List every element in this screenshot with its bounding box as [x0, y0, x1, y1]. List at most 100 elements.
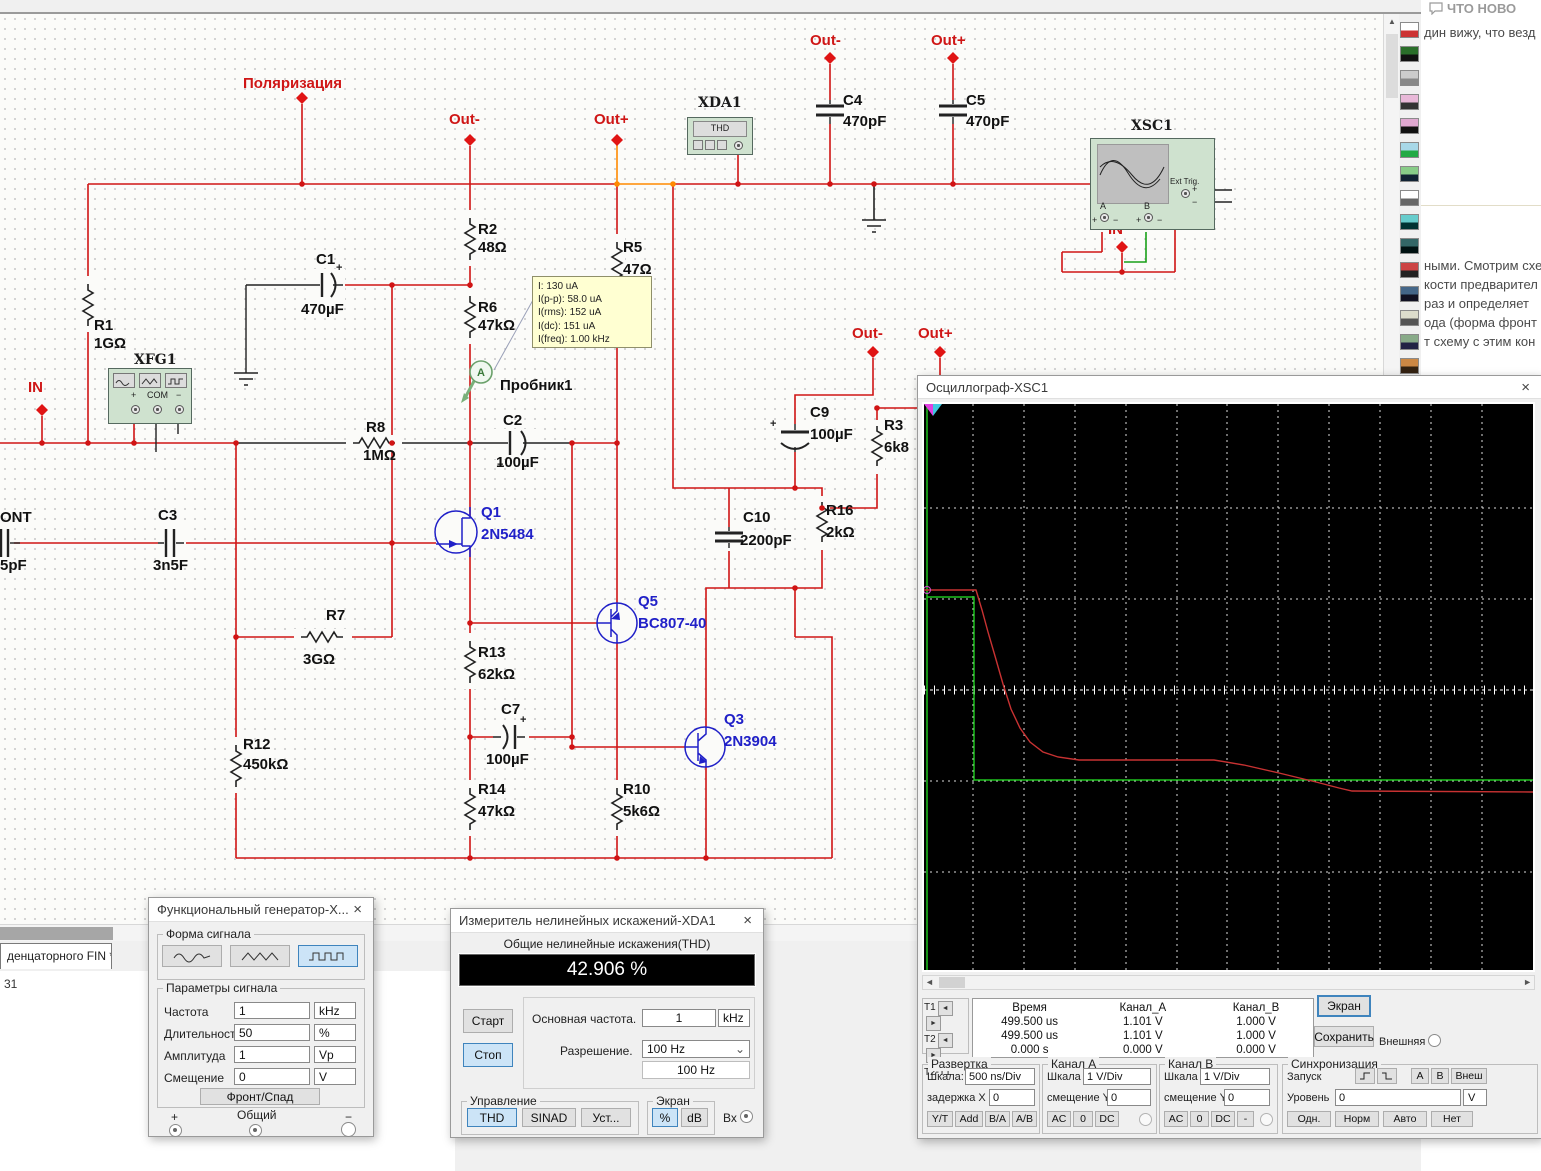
wires-orange[interactable]	[616, 143, 673, 185]
horizontal-scroll-thumb[interactable]	[0, 927, 113, 940]
t2-left-icon[interactable]: ◄	[937, 1033, 953, 1048]
instrument-icon[interactable]	[1400, 190, 1419, 206]
label-q5-ref[interactable]: Q5	[638, 594, 658, 610]
label-q3-ref[interactable]: Q3	[724, 712, 744, 728]
thd-thd-button[interactable]: THD	[467, 1108, 517, 1127]
fg-amplitude-input[interactable]	[234, 1046, 310, 1063]
label-r7-val[interactable]: 3GΩ	[303, 652, 335, 668]
fg-plus-radio[interactable]	[169, 1124, 182, 1137]
fg-close-icon[interactable]: ×	[350, 902, 365, 917]
thd-input-radio[interactable]	[740, 1110, 753, 1123]
cha-offset-input[interactable]	[1107, 1089, 1151, 1106]
thd-title-bar[interactable]: Измеритель нелинейных искажений-XDA1 ×	[451, 909, 763, 933]
fg-frequency-input[interactable]	[234, 1002, 310, 1019]
instrument-icon[interactable]	[1400, 214, 1419, 230]
label-r16-val[interactable]: 2kΩ	[826, 525, 855, 541]
xfg1-minus-terminal[interactable]	[175, 405, 184, 414]
transistor-q5[interactable]	[596, 602, 638, 644]
label-c9-val[interactable]: 100µF	[810, 427, 853, 443]
t1-left-icon[interactable]: ◄	[937, 1001, 953, 1016]
label-c3-ref[interactable]: C3	[158, 508, 177, 524]
label-c7-ref[interactable]: C7	[501, 702, 520, 718]
label-r10-ref[interactable]: R10	[623, 782, 651, 798]
label-cut-ref[interactable]: ONT	[0, 510, 32, 526]
fg-triangle-button[interactable]	[230, 945, 290, 967]
fg-common-radio[interactable]	[249, 1124, 262, 1137]
chb-radio[interactable]	[1260, 1113, 1273, 1126]
timebase-scale-input[interactable]	[965, 1068, 1035, 1085]
thd-percent-button[interactable]: %	[652, 1108, 678, 1127]
scope-close-icon[interactable]: ×	[1518, 380, 1533, 395]
instrument-icon[interactable]	[1400, 118, 1419, 134]
chb-minus-button[interactable]: -	[1237, 1111, 1254, 1127]
instrument-icon[interactable]	[1400, 310, 1419, 326]
label-r3-ref[interactable]: R3	[884, 418, 903, 434]
label-c5-ref[interactable]: C5	[966, 93, 985, 109]
rising-edge-button[interactable]	[1355, 1068, 1375, 1084]
scope-save-button[interactable]: Сохранить	[1314, 1026, 1374, 1047]
timebase-ba-button[interactable]: B/A	[985, 1111, 1010, 1127]
vertical-scroll-thumb[interactable]	[1386, 34, 1398, 98]
xsc1-ext-terminal[interactable]	[1181, 189, 1190, 198]
scope-scroll-left-icon[interactable]: ◄	[925, 977, 934, 987]
instrument-icon[interactable]	[1400, 70, 1419, 86]
cha-scale-input[interactable]	[1083, 1068, 1151, 1085]
label-q5-val[interactable]: BC807-40	[638, 616, 706, 632]
sheet-tab-active[interactable]: денцаторного FIN *	[0, 943, 112, 969]
net-label-out-minus-2[interactable]: Out-	[810, 33, 841, 49]
label-c3-val[interactable]: 3n5F	[153, 558, 188, 574]
label-c4-val[interactable]: 470pF	[843, 114, 886, 130]
timebase-ab-button[interactable]: A/B	[1012, 1111, 1037, 1127]
label-r2-ref[interactable]: R2	[478, 222, 497, 238]
instrument-icon[interactable]	[1400, 46, 1419, 62]
label-r6-ref[interactable]: R6	[478, 300, 497, 316]
label-r12-ref[interactable]: R12	[243, 737, 271, 753]
instrument-icon[interactable]	[1400, 94, 1419, 110]
xfg1-plus-terminal[interactable]	[131, 405, 140, 414]
cha-radio[interactable]	[1139, 1113, 1152, 1126]
thd-sinad-button[interactable]: SINAD	[522, 1108, 576, 1127]
thd-close-icon[interactable]: ×	[740, 913, 755, 928]
scope-scrollbar[interactable]: ◄ ►	[922, 975, 1535, 990]
label-r6-val[interactable]: 47kΩ	[478, 318, 515, 334]
xfg1-com-terminal[interactable]	[153, 405, 162, 414]
fg-offset-input[interactable]	[234, 1068, 310, 1085]
timebase-xdelay-input[interactable]	[989, 1089, 1035, 1106]
scope-screen-button[interactable]: Экран	[1317, 995, 1371, 1017]
scope-cursor-t2-icon[interactable]	[933, 404, 942, 416]
label-r5-ref[interactable]: R5	[623, 240, 642, 256]
label-r1-val[interactable]: 1GΩ	[94, 336, 126, 352]
xda1-instrument-icon[interactable]: THD	[687, 117, 753, 155]
scrollbar-up-icon[interactable]: ▲	[1386, 16, 1398, 28]
label-r14-ref[interactable]: R14	[478, 782, 506, 798]
t1-right-icon[interactable]: ►	[926, 1016, 941, 1031]
timebase-yt-button[interactable]: Y/T	[927, 1111, 953, 1127]
sync-single-button[interactable]: Одн.	[1287, 1111, 1331, 1127]
fg-minus-radio[interactable]	[341, 1122, 356, 1137]
fg-sine-button[interactable]	[162, 945, 222, 967]
net-label-in-left[interactable]: IN	[28, 380, 43, 396]
sync-normal-button[interactable]: Норм	[1335, 1111, 1379, 1127]
scope-ext-radio[interactable]	[1428, 1034, 1441, 1047]
scope-scroll-right-icon[interactable]: ►	[1523, 977, 1532, 987]
scope-scroll-thumb[interactable]	[939, 977, 965, 988]
label-r7-ref[interactable]: R7	[326, 608, 345, 624]
label-c7-val[interactable]: 100µF	[486, 752, 529, 768]
label-q1-val[interactable]: 2N5484	[481, 527, 534, 543]
instrument-icon[interactable]	[1400, 358, 1419, 374]
net-label-polarization[interactable]: Поляризация	[243, 76, 342, 92]
label-r13-ref[interactable]: R13	[478, 645, 506, 661]
net-label-out-minus-1[interactable]: Out-	[449, 112, 480, 128]
label-r2-val[interactable]: 48Ω	[478, 240, 507, 256]
xsc1-b-terminal[interactable]	[1144, 213, 1153, 222]
chb-ac-button[interactable]: AC	[1164, 1111, 1188, 1127]
fg-title-bar[interactable]: Функциональный генератор-X... ×	[149, 898, 373, 922]
thd-resolution-select[interactable]: 100 Hz ⌄	[642, 1040, 750, 1058]
sync-none-button[interactable]: Нет	[1431, 1111, 1473, 1127]
whats-new-header[interactable]: ЧТО НОВО	[1447, 1, 1516, 16]
scope-title-bar[interactable]: Осциллограф-XSC1 ×	[918, 376, 1541, 399]
instrument-icon[interactable]	[1400, 262, 1419, 278]
label-r8-val[interactable]: 1MΩ	[363, 448, 396, 464]
chb-offset-input[interactable]	[1224, 1089, 1270, 1106]
label-r8-ref[interactable]: R8	[366, 420, 385, 436]
